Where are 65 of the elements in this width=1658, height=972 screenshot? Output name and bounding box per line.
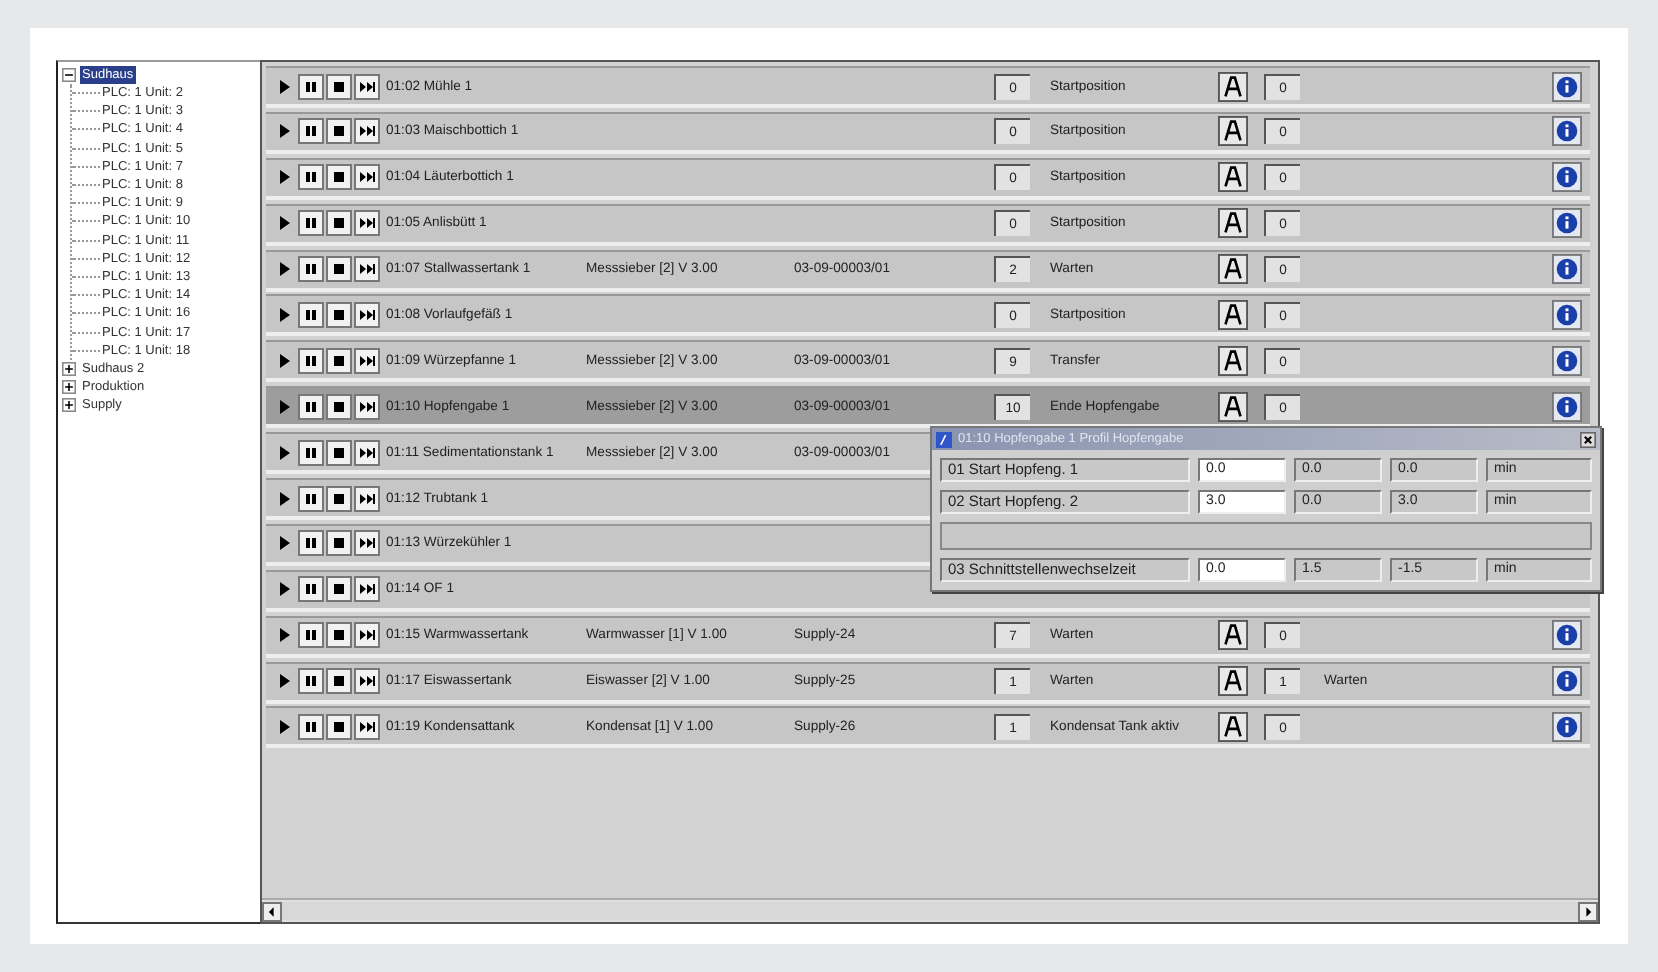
stop-icon[interactable] bbox=[326, 668, 352, 695]
skip-icon[interactable] bbox=[354, 301, 380, 328]
info-icon[interactable] bbox=[1552, 666, 1582, 697]
stop-icon[interactable] bbox=[326, 485, 352, 512]
pause-icon[interactable] bbox=[298, 301, 324, 328]
skip-icon[interactable] bbox=[354, 530, 380, 557]
expand-icon[interactable] bbox=[62, 379, 76, 394]
skip-icon[interactable] bbox=[354, 713, 380, 740]
pause-icon[interactable] bbox=[298, 393, 324, 420]
pause-icon[interactable] bbox=[298, 622, 324, 649]
skip-icon[interactable] bbox=[354, 118, 380, 145]
skip-icon[interactable] bbox=[354, 485, 380, 512]
stop-icon[interactable] bbox=[326, 164, 352, 191]
stop-icon[interactable] bbox=[326, 301, 352, 328]
stop-icon[interactable] bbox=[326, 210, 352, 237]
stop-icon[interactable] bbox=[326, 530, 352, 557]
pause-icon[interactable] bbox=[298, 485, 324, 512]
info-icon[interactable] bbox=[1552, 299, 1582, 330]
stop-icon[interactable] bbox=[326, 576, 352, 603]
pause-icon[interactable] bbox=[298, 576, 324, 603]
skip-icon[interactable] bbox=[354, 164, 380, 191]
skip-icon[interactable] bbox=[354, 668, 380, 695]
info-icon[interactable] bbox=[1552, 208, 1582, 239]
stop-icon[interactable] bbox=[326, 73, 352, 99]
pause-icon[interactable] bbox=[298, 530, 324, 557]
app-icon bbox=[936, 431, 952, 447]
stop-icon[interactable] bbox=[326, 118, 352, 145]
info-icon[interactable] bbox=[1552, 620, 1582, 651]
scroll-left-icon[interactable] bbox=[262, 901, 282, 921]
skip-icon[interactable] bbox=[354, 210, 380, 237]
pause-icon[interactable] bbox=[298, 256, 324, 283]
scroll-right-icon[interactable] bbox=[1578, 901, 1598, 921]
skip-icon[interactable] bbox=[354, 393, 380, 420]
close-icon[interactable] bbox=[1580, 431, 1596, 447]
pause-icon[interactable] bbox=[298, 164, 324, 191]
pause-icon[interactable] bbox=[298, 439, 324, 466]
stop-icon[interactable] bbox=[326, 256, 352, 283]
pause-icon[interactable] bbox=[298, 713, 324, 740]
pause-icon[interactable] bbox=[298, 118, 324, 145]
skip-icon[interactable] bbox=[354, 73, 380, 99]
info-icon[interactable] bbox=[1552, 162, 1582, 193]
expand-icon[interactable] bbox=[62, 397, 76, 412]
horizontal-scrollbar[interactable] bbox=[262, 898, 1598, 922]
stop-icon[interactable] bbox=[326, 393, 352, 420]
info-icon[interactable] bbox=[1552, 391, 1582, 422]
collapse-icon[interactable] bbox=[62, 68, 76, 82]
stop-icon[interactable] bbox=[326, 439, 352, 466]
pause-icon[interactable] bbox=[298, 347, 324, 374]
info-icon[interactable] bbox=[1552, 254, 1582, 285]
info-icon[interactable] bbox=[1552, 116, 1582, 147]
stop-icon[interactable] bbox=[326, 347, 352, 374]
pause-icon[interactable] bbox=[298, 210, 324, 237]
info-icon[interactable] bbox=[1552, 711, 1582, 742]
info-icon[interactable] bbox=[1552, 71, 1582, 101]
skip-icon[interactable] bbox=[354, 439, 380, 466]
skip-icon[interactable] bbox=[354, 622, 380, 649]
stop-icon[interactable] bbox=[326, 713, 352, 740]
pause-icon[interactable] bbox=[298, 668, 324, 695]
info-icon[interactable] bbox=[1552, 345, 1582, 376]
skip-icon[interactable] bbox=[354, 256, 380, 283]
skip-icon[interactable] bbox=[354, 347, 380, 374]
expand-icon[interactable] bbox=[62, 361, 76, 376]
pause-icon[interactable] bbox=[298, 73, 324, 99]
skip-icon[interactable] bbox=[354, 576, 380, 603]
stop-icon[interactable] bbox=[326, 622, 352, 649]
